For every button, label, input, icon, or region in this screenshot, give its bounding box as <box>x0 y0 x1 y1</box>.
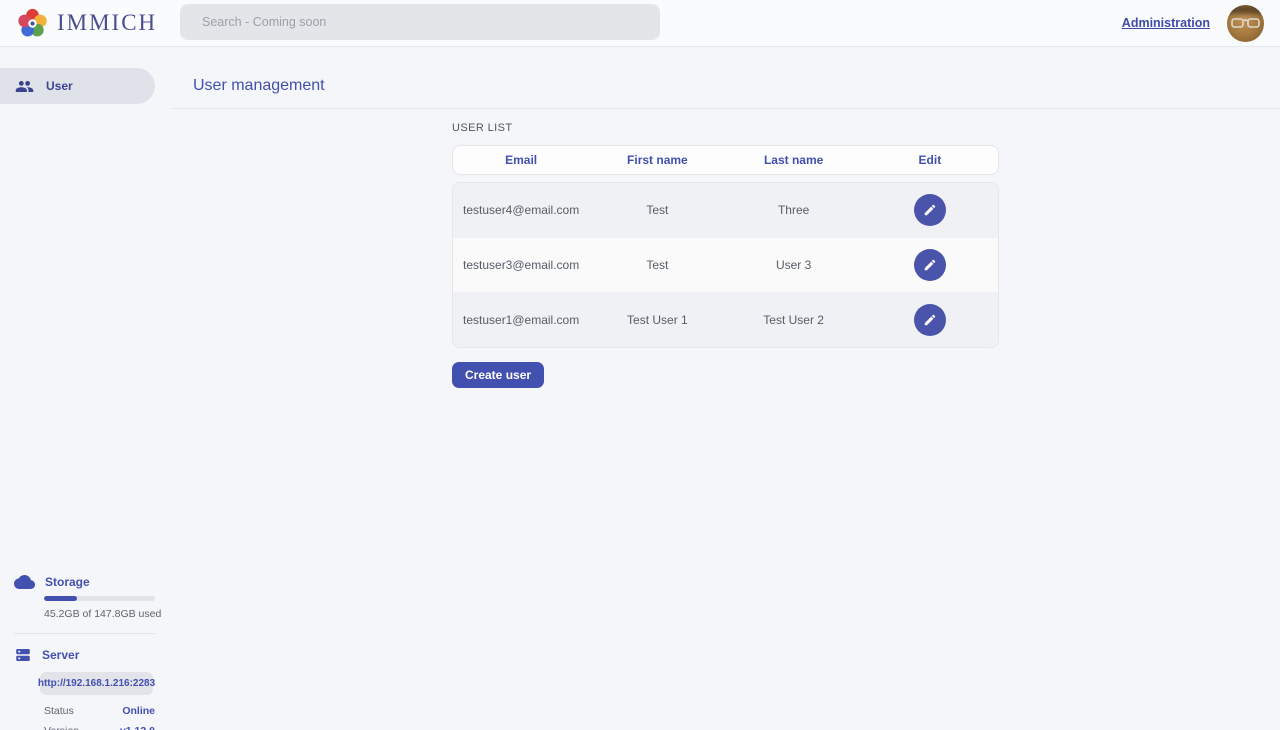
column-header-edit: Edit <box>862 153 998 167</box>
server-title: Server <box>42 648 79 662</box>
server-url: http://192.168.1.216:2283 <box>38 678 155 689</box>
server-url-badge: http://192.168.1.216:2283 <box>40 672 153 695</box>
email-cell: testuser1@email.com <box>453 313 589 327</box>
users-icon <box>15 77 34 96</box>
status-value: Online <box>122 705 155 717</box>
search-input[interactable] <box>180 4 660 40</box>
sidebar-divider <box>14 633 155 634</box>
storage-progress-track <box>44 596 155 601</box>
user-avatar[interactable] <box>1227 5 1264 42</box>
user-table: testuser4@email.com Test Three testuser3… <box>452 182 999 348</box>
column-header-first-name: First name <box>589 153 725 167</box>
immich-flower-icon <box>16 7 49 40</box>
first-name-cell: Test <box>589 203 725 217</box>
main-panel: User management USER LIST Email First na… <box>172 47 1280 730</box>
edit-user-button[interactable] <box>914 249 946 281</box>
page-title-row: User management <box>172 47 1280 109</box>
sidebar-status-panel: Storage 45.2GB of 147.8GB used Server ht… <box>0 574 172 730</box>
storage-section-header: Storage <box>0 574 172 589</box>
table-row: testuser3@email.com Test User 3 <box>453 238 998 293</box>
pencil-icon <box>923 313 937 327</box>
search-bar[interactable] <box>180 4 660 40</box>
edit-user-button[interactable] <box>914 194 946 226</box>
table-row: testuser4@email.com Test Three <box>453 183 998 238</box>
top-bar: IMMICH Administration <box>0 0 1280 47</box>
user-table-header: Email First name Last name Edit <box>452 145 999 175</box>
page-title: User management <box>193 77 325 94</box>
email-cell: testuser3@email.com <box>453 258 589 272</box>
server-status-row: Status Online <box>44 705 155 717</box>
pencil-icon <box>923 203 937 217</box>
version-value: v1.12.0 <box>120 725 155 730</box>
last-name-cell: Test User 2 <box>726 313 862 327</box>
email-cell: testuser4@email.com <box>453 203 589 217</box>
storage-usage-text: 45.2GB of 147.8GB used <box>44 608 172 620</box>
create-user-button[interactable]: Create user <box>452 362 544 388</box>
table-row: testuser1@email.com Test User 1 Test Use… <box>453 292 998 347</box>
storage-progress-fill <box>44 596 77 601</box>
last-name-cell: Three <box>726 203 862 217</box>
glasses-icon <box>1231 16 1260 30</box>
user-list-label: USER LIST <box>452 122 999 134</box>
server-section-header: Server <box>0 646 172 664</box>
server-version-row: Version v1.12.0 <box>44 725 155 730</box>
sidebar-item-user-label: User <box>46 79 73 93</box>
edit-user-button[interactable] <box>914 304 946 336</box>
app-logo: IMMICH <box>16 7 157 40</box>
sidebar: User Storage 45.2GB of 147.8GB used <box>0 47 172 730</box>
last-name-cell: User 3 <box>726 258 862 272</box>
first-name-cell: Test User 1 <box>589 313 725 327</box>
first-name-cell: Test <box>589 258 725 272</box>
cloud-icon <box>14 574 35 589</box>
column-header-email: Email <box>453 153 589 167</box>
storage-title: Storage <box>45 575 90 589</box>
version-label: Version <box>44 725 79 730</box>
sidebar-item-user[interactable]: User <box>0 68 155 104</box>
administration-link[interactable]: Administration <box>1122 16 1210 30</box>
server-icon <box>14 646 32 664</box>
column-header-last-name: Last name <box>726 153 862 167</box>
brand-wordmark: IMMICH <box>57 10 157 36</box>
status-label: Status <box>44 705 74 717</box>
pencil-icon <box>923 258 937 272</box>
